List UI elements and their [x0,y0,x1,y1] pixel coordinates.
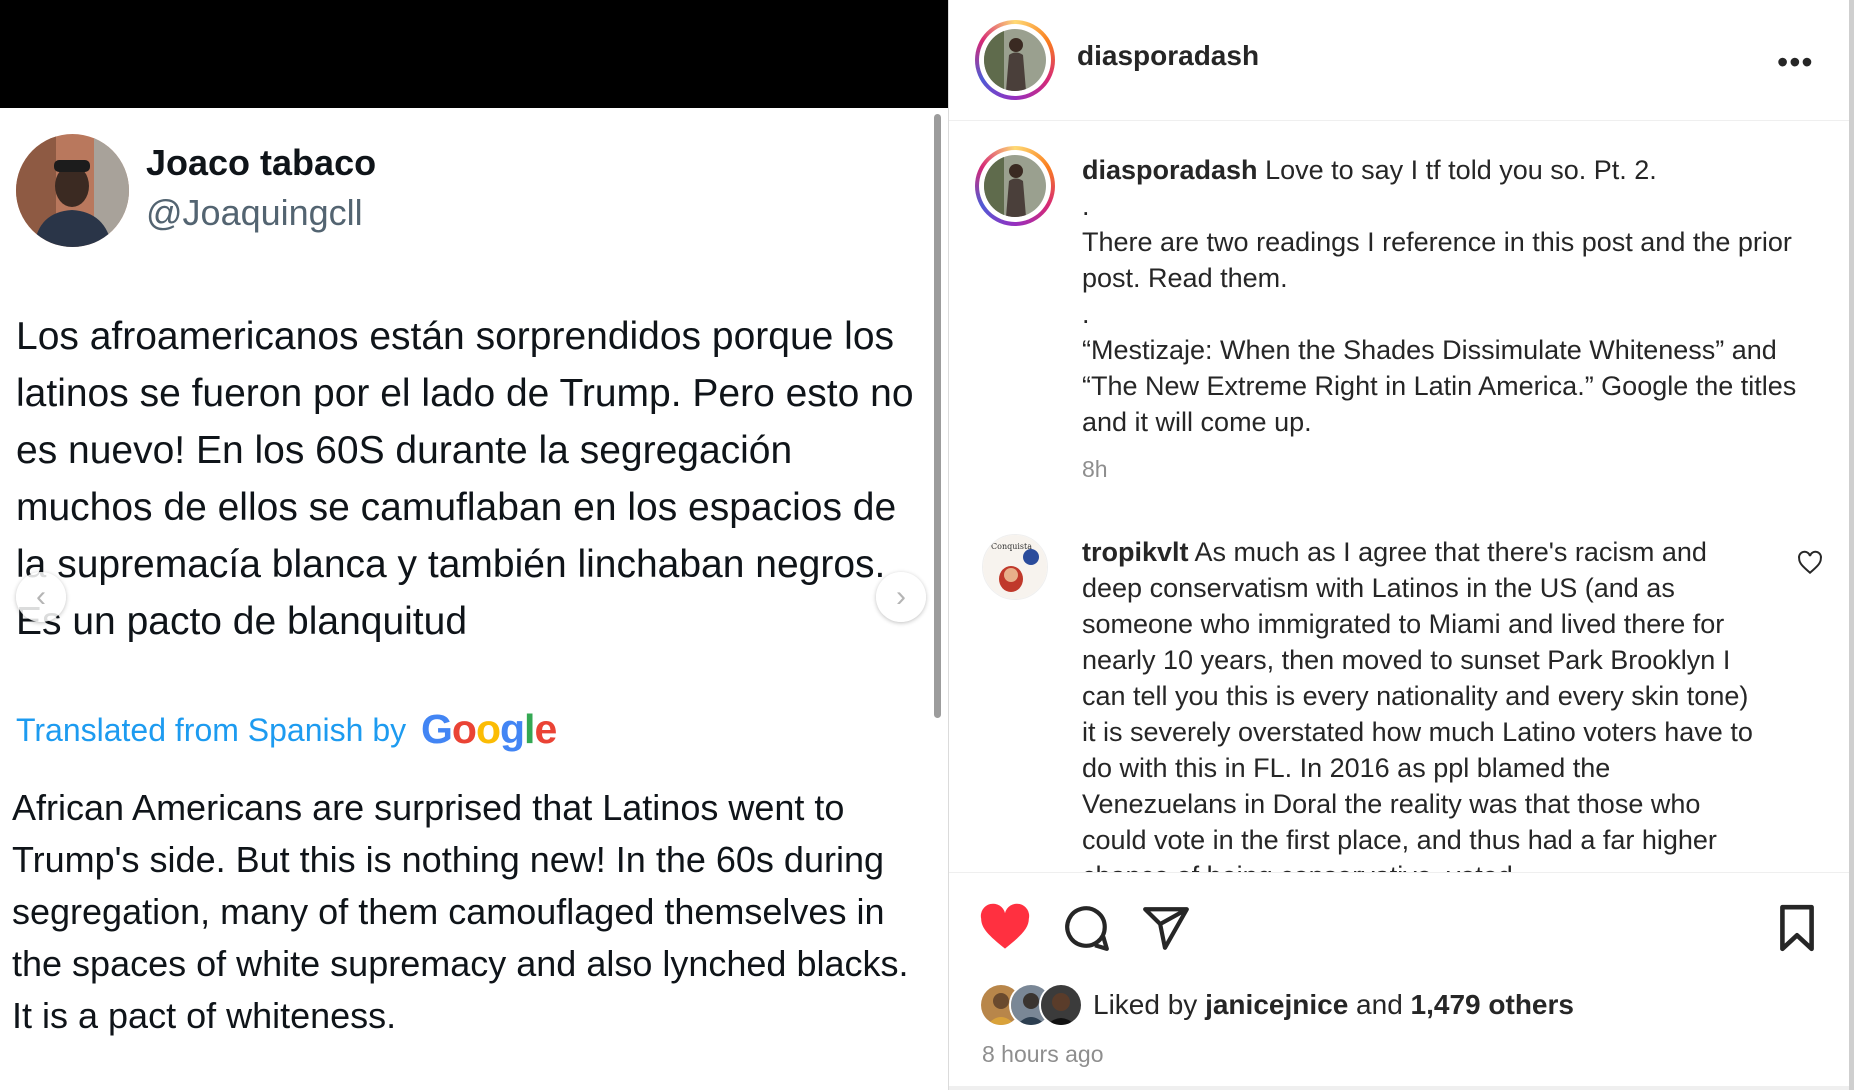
comment-like-icon[interactable] [1797,550,1823,581]
post-caption: diasporadash Love to say I tf told you s… [1082,152,1802,440]
tweet-screenshot-panel: Joaco tabaco @Joaquingcll Los afroameric… [0,0,948,1090]
caption-line: There are two readings I reference in th… [1082,227,1792,293]
tweet-translated-text: African Americans are surprised that Lat… [12,787,909,1036]
caption-line: Love to say I tf told you so. Pt. 2. [1265,155,1657,185]
share-paper-plane-icon[interactable] [1141,903,1191,958]
window-edge [1849,0,1854,1090]
caption-line: . [1082,191,1090,221]
tweet-original-text: Los afroamericanos están sorprendidos po… [16,315,914,643]
tweet-handle[interactable]: @Joaquingcll [146,192,363,234]
comment-text: As much as I agree that there's racism a… [1082,537,1753,872]
chevron-left-icon: ‹ [36,580,46,613]
tweet-display-name[interactable]: Joaco tabaco [146,142,376,184]
header-avatar[interactable] [975,20,1055,100]
black-top-bar [0,0,948,108]
liked-by-prefix: Liked by [1093,989,1198,1020]
bottom-border [949,1086,1849,1090]
header-username[interactable]: diasporadash [1077,40,1259,72]
caption-timestamp[interactable]: 8h [1082,456,1108,483]
comment-bubble-icon[interactable] [1061,903,1111,958]
liker-avatar[interactable] [1039,983,1083,1027]
carousel-prev-button[interactable]: ‹ [16,572,66,622]
comment-avatar[interactable]: Conquista [982,534,1048,600]
bookmark-icon[interactable] [1775,903,1819,958]
chevron-right-icon: › [896,580,906,613]
carousel-next-button[interactable]: › [876,572,926,622]
translated-label: Translated from Spanish by [16,712,407,748]
post-header: diasporadash ••• [949,0,1849,121]
tweet-avatar[interactable] [16,134,129,247]
svg-text:Conquista: Conquista [991,542,1032,551]
post-time-ago[interactable]: 8 hours ago [982,1041,1103,1068]
caption-avatar[interactable] [975,146,1055,226]
scrollbar[interactable] [934,114,941,718]
comment: tropikvlt As much as I agree that there'… [1082,534,1768,872]
translation-attribution[interactable]: Translated from Spanish by Google [16,706,557,753]
comment-username[interactable]: tropikvlt [1082,537,1189,567]
liked-by-connector: and [1356,989,1403,1020]
likes-summary: Liked by janicejnice and 1,479 others [979,983,1574,1027]
instagram-post-panel: diasporadash ••• diasporadash Love to sa… [949,0,1849,1090]
google-logo: Google [421,706,557,752]
caption-line: . [1082,299,1090,329]
caption-line: “Mestizaje: When the Shades Dissimulate … [1082,335,1797,437]
liked-by-others[interactable]: 1,479 others [1411,989,1574,1020]
like-heart-icon[interactable] [979,903,1031,956]
post-actions: Liked by janicejnice and 1,479 others 8 … [949,872,1849,1090]
more-horizontal-icon[interactable]: ••• [1777,44,1814,81]
liked-by-text: Liked by janicejnice and 1,479 others [1093,989,1574,1021]
comment-scroll-area[interactable]: tropikvlt As much as I agree that there'… [1082,534,1768,872]
liked-by-user[interactable]: janicejnice [1205,989,1348,1020]
caption-username[interactable]: diasporadash [1082,155,1258,185]
